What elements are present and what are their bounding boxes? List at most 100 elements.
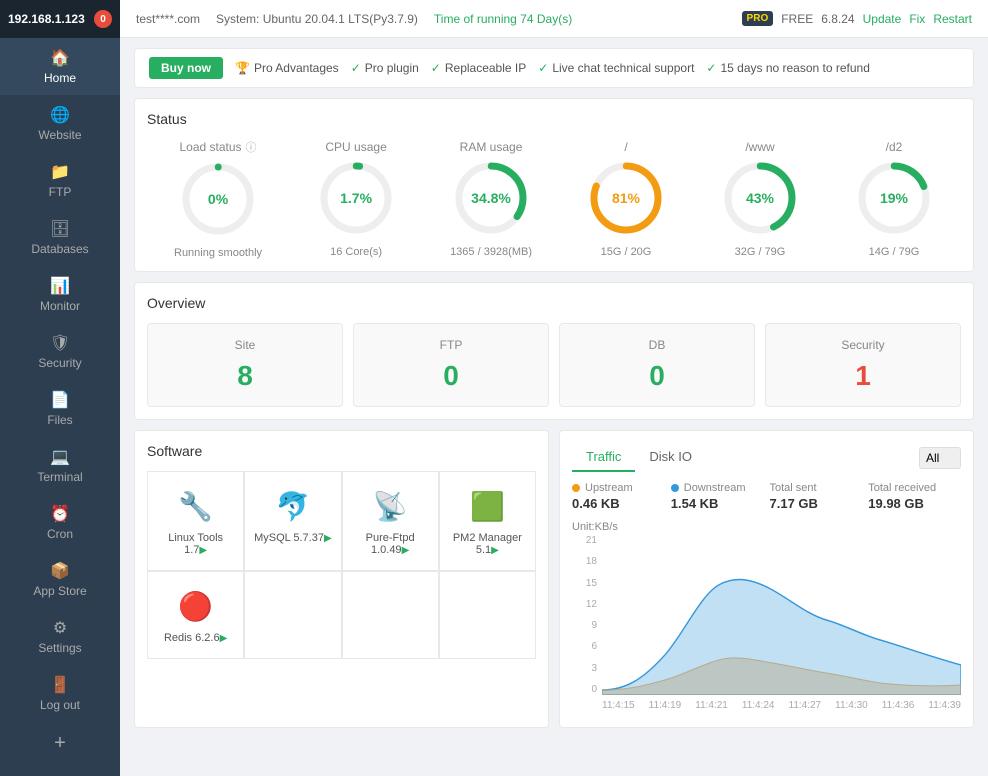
sidebar-icon-0: 🏠: [50, 48, 70, 68]
sidebar-icon-9: 📦: [50, 561, 70, 581]
topbar-user: test****.com: [136, 12, 200, 26]
sidebar-header: 192.168.1.123 0: [0, 0, 120, 38]
trophy-icon: 🏆: [235, 61, 250, 75]
software-item-2[interactable]: 📡 Pure-Ftpd 1.0.49▶: [342, 471, 439, 571]
stat-dot-1: [671, 484, 679, 492]
sidebar-label-7: Terminal: [37, 470, 82, 484]
software-item-4[interactable]: 🔴 Redis 6.2.6▶: [147, 571, 244, 659]
sidebar-icon-1: 🌐: [50, 105, 70, 125]
check-icon-1: ✓: [351, 61, 361, 75]
gauge-label: Load statusⓘ: [180, 139, 257, 155]
gauge-wrap: 1.7%: [316, 158, 396, 238]
x-label: 11:4:30: [835, 700, 868, 711]
topbar-right: PRO FREE 6.8.24 Update Fix Restart: [742, 11, 972, 26]
overview-card-ftp: FTP 0: [353, 323, 549, 407]
software-empty-7: [439, 571, 536, 659]
software-empty-6: [342, 571, 439, 659]
topbar-update[interactable]: Update: [863, 12, 902, 26]
gauge-label: /: [624, 140, 627, 154]
gauge-wrap: 81%: [586, 158, 666, 238]
sidebar-item-settings[interactable]: ⚙Settings: [0, 608, 120, 665]
y-label: 3: [572, 663, 597, 674]
traffic-tab-disk-io[interactable]: Disk IO: [635, 443, 706, 472]
gauge-CPU usage: CPU usage 1.7% 16 Core(s): [316, 140, 396, 258]
stat-item-2: Total sent 7.17 GB: [770, 482, 863, 511]
gauge-label: /www: [745, 140, 774, 154]
chart-area: [602, 535, 961, 695]
sidebar-label-6: Files: [47, 413, 72, 427]
stat-value-0: 0.46 KB: [572, 496, 665, 511]
topbar-restart[interactable]: Restart: [933, 12, 972, 26]
promo-advantages: 🏆 Pro Advantages: [235, 61, 339, 75]
y-label: 18: [572, 556, 597, 567]
version-arrow-3: ▶: [491, 545, 499, 556]
software-item-3[interactable]: 🟩 PM2 Manager 5.1▶: [439, 471, 536, 571]
x-label: 11:4:19: [649, 700, 682, 711]
sidebar-item-security[interactable]: 🛡 Security: [0, 323, 120, 380]
sidebar-icon-2: 📁: [50, 162, 70, 182]
promo-ip: ✓ Replaceable IP: [431, 61, 526, 75]
version-arrow-0: ▶: [199, 545, 207, 556]
status-title: Status: [147, 111, 961, 127]
sidebar-item-files[interactable]: 📄 Files: [0, 380, 120, 437]
software-item-0[interactable]: 🔧 Linux Tools 1.7▶: [147, 471, 244, 571]
topbar-free: FREE: [781, 12, 813, 26]
sidebar-item-home[interactable]: 🏠Home: [0, 38, 120, 95]
sidebar-label-5: Security: [38, 356, 81, 370]
software-name-3: PM2 Manager 5.1▶: [448, 532, 527, 556]
stat-label-1: Downstream: [671, 482, 764, 494]
sidebar-label-8: Cron: [47, 527, 73, 541]
gauge-label: RAM usage: [460, 140, 523, 154]
sidebar-item-databases[interactable]: 🗄Databases: [0, 209, 120, 266]
card-value: 1: [780, 360, 946, 392]
sidebar-notification-badge: 0: [94, 10, 112, 28]
sidebar-add-button[interactable]: +: [0, 722, 120, 765]
sidebar-icon-7: 💻: [50, 447, 70, 467]
topbar: test****.com System: Ubuntu 20.04.1 LTS(…: [120, 0, 988, 38]
y-label: 9: [572, 620, 597, 631]
gauge-value: 81%: [612, 190, 640, 206]
topbar-system: System: Ubuntu 20.04.1 LTS(Py3.7.9): [216, 12, 418, 26]
stat-label-3: Total received: [868, 482, 961, 494]
sidebar-item-website[interactable]: 🌐Website: [0, 95, 120, 152]
sidebar-item-log-out[interactable]: 🚪Log out: [0, 665, 120, 722]
stat-item-1: Downstream 1.54 KB: [671, 482, 764, 511]
traffic-chart-svg: [602, 535, 961, 695]
card-value: 0: [574, 360, 740, 392]
sidebar-icon-10: ⚙: [53, 618, 67, 638]
sidebar-item-ftp[interactable]: 📁FTP: [0, 152, 120, 209]
software-item-1[interactable]: 🐬 MySQL 5.7.37▶: [244, 471, 341, 571]
y-label: 6: [572, 641, 597, 652]
x-axis-labels: 11:4:1511:4:1911:4:2111:4:2411:4:2711:4:…: [602, 695, 961, 715]
topbar-fix[interactable]: Fix: [909, 12, 925, 26]
gauge-RAM usage: RAM usage 34.8% 1365 / 3928(MB): [450, 140, 532, 258]
traffic-select[interactable]: All: [919, 447, 961, 469]
sidebar-item-cron[interactable]: ⏰Cron: [0, 494, 120, 551]
software-empty-5: [244, 571, 341, 659]
card-label: DB: [574, 338, 740, 352]
overview-grid: Site 8FTP 0DB 0Security 1: [147, 323, 961, 407]
card-value: 0: [368, 360, 534, 392]
sidebar-item-monitor[interactable]: 📊Monitor: [0, 266, 120, 323]
gauges-row: Load statusⓘ 0% Running smoothly CPU usa…: [147, 139, 961, 259]
sidebar-icon-5: 🛡: [50, 333, 70, 353]
chart-container: 036912151821 11:4:1511:4:1911:4:2111:4:2…: [572, 535, 961, 715]
gauge-sub: 32G / 79G: [735, 246, 786, 258]
gauge-wrap: 0%: [178, 159, 258, 239]
software-name-4: Redis 6.2.6▶: [164, 632, 227, 644]
software-grid: 🔧 Linux Tools 1.7▶🐬 MySQL 5.7.37▶📡 Pure-…: [147, 471, 536, 659]
sidebar-item-terminal[interactable]: 💻 Terminal: [0, 437, 120, 494]
gauge-sub: 16 Core(s): [330, 246, 382, 258]
bottom-row: Software 🔧 Linux Tools 1.7▶🐬 MySQL 5.7.3…: [134, 430, 974, 738]
sidebar-icon-6: 📄: [50, 390, 70, 410]
buy-now-button[interactable]: Buy now: [149, 57, 223, 79]
card-label: Site: [162, 338, 328, 352]
sidebar-label-4: Monitor: [40, 299, 80, 313]
x-label: 11:4:15: [602, 700, 635, 711]
traffic-tab-traffic[interactable]: Traffic: [572, 443, 635, 472]
stat-label-0: Upstream: [572, 482, 665, 494]
sidebar-item-app-store[interactable]: 📦App Store: [0, 551, 120, 608]
card-label: Security: [780, 338, 946, 352]
x-label: 11:4:21: [695, 700, 728, 711]
version-arrow-4: ▶: [220, 633, 228, 644]
